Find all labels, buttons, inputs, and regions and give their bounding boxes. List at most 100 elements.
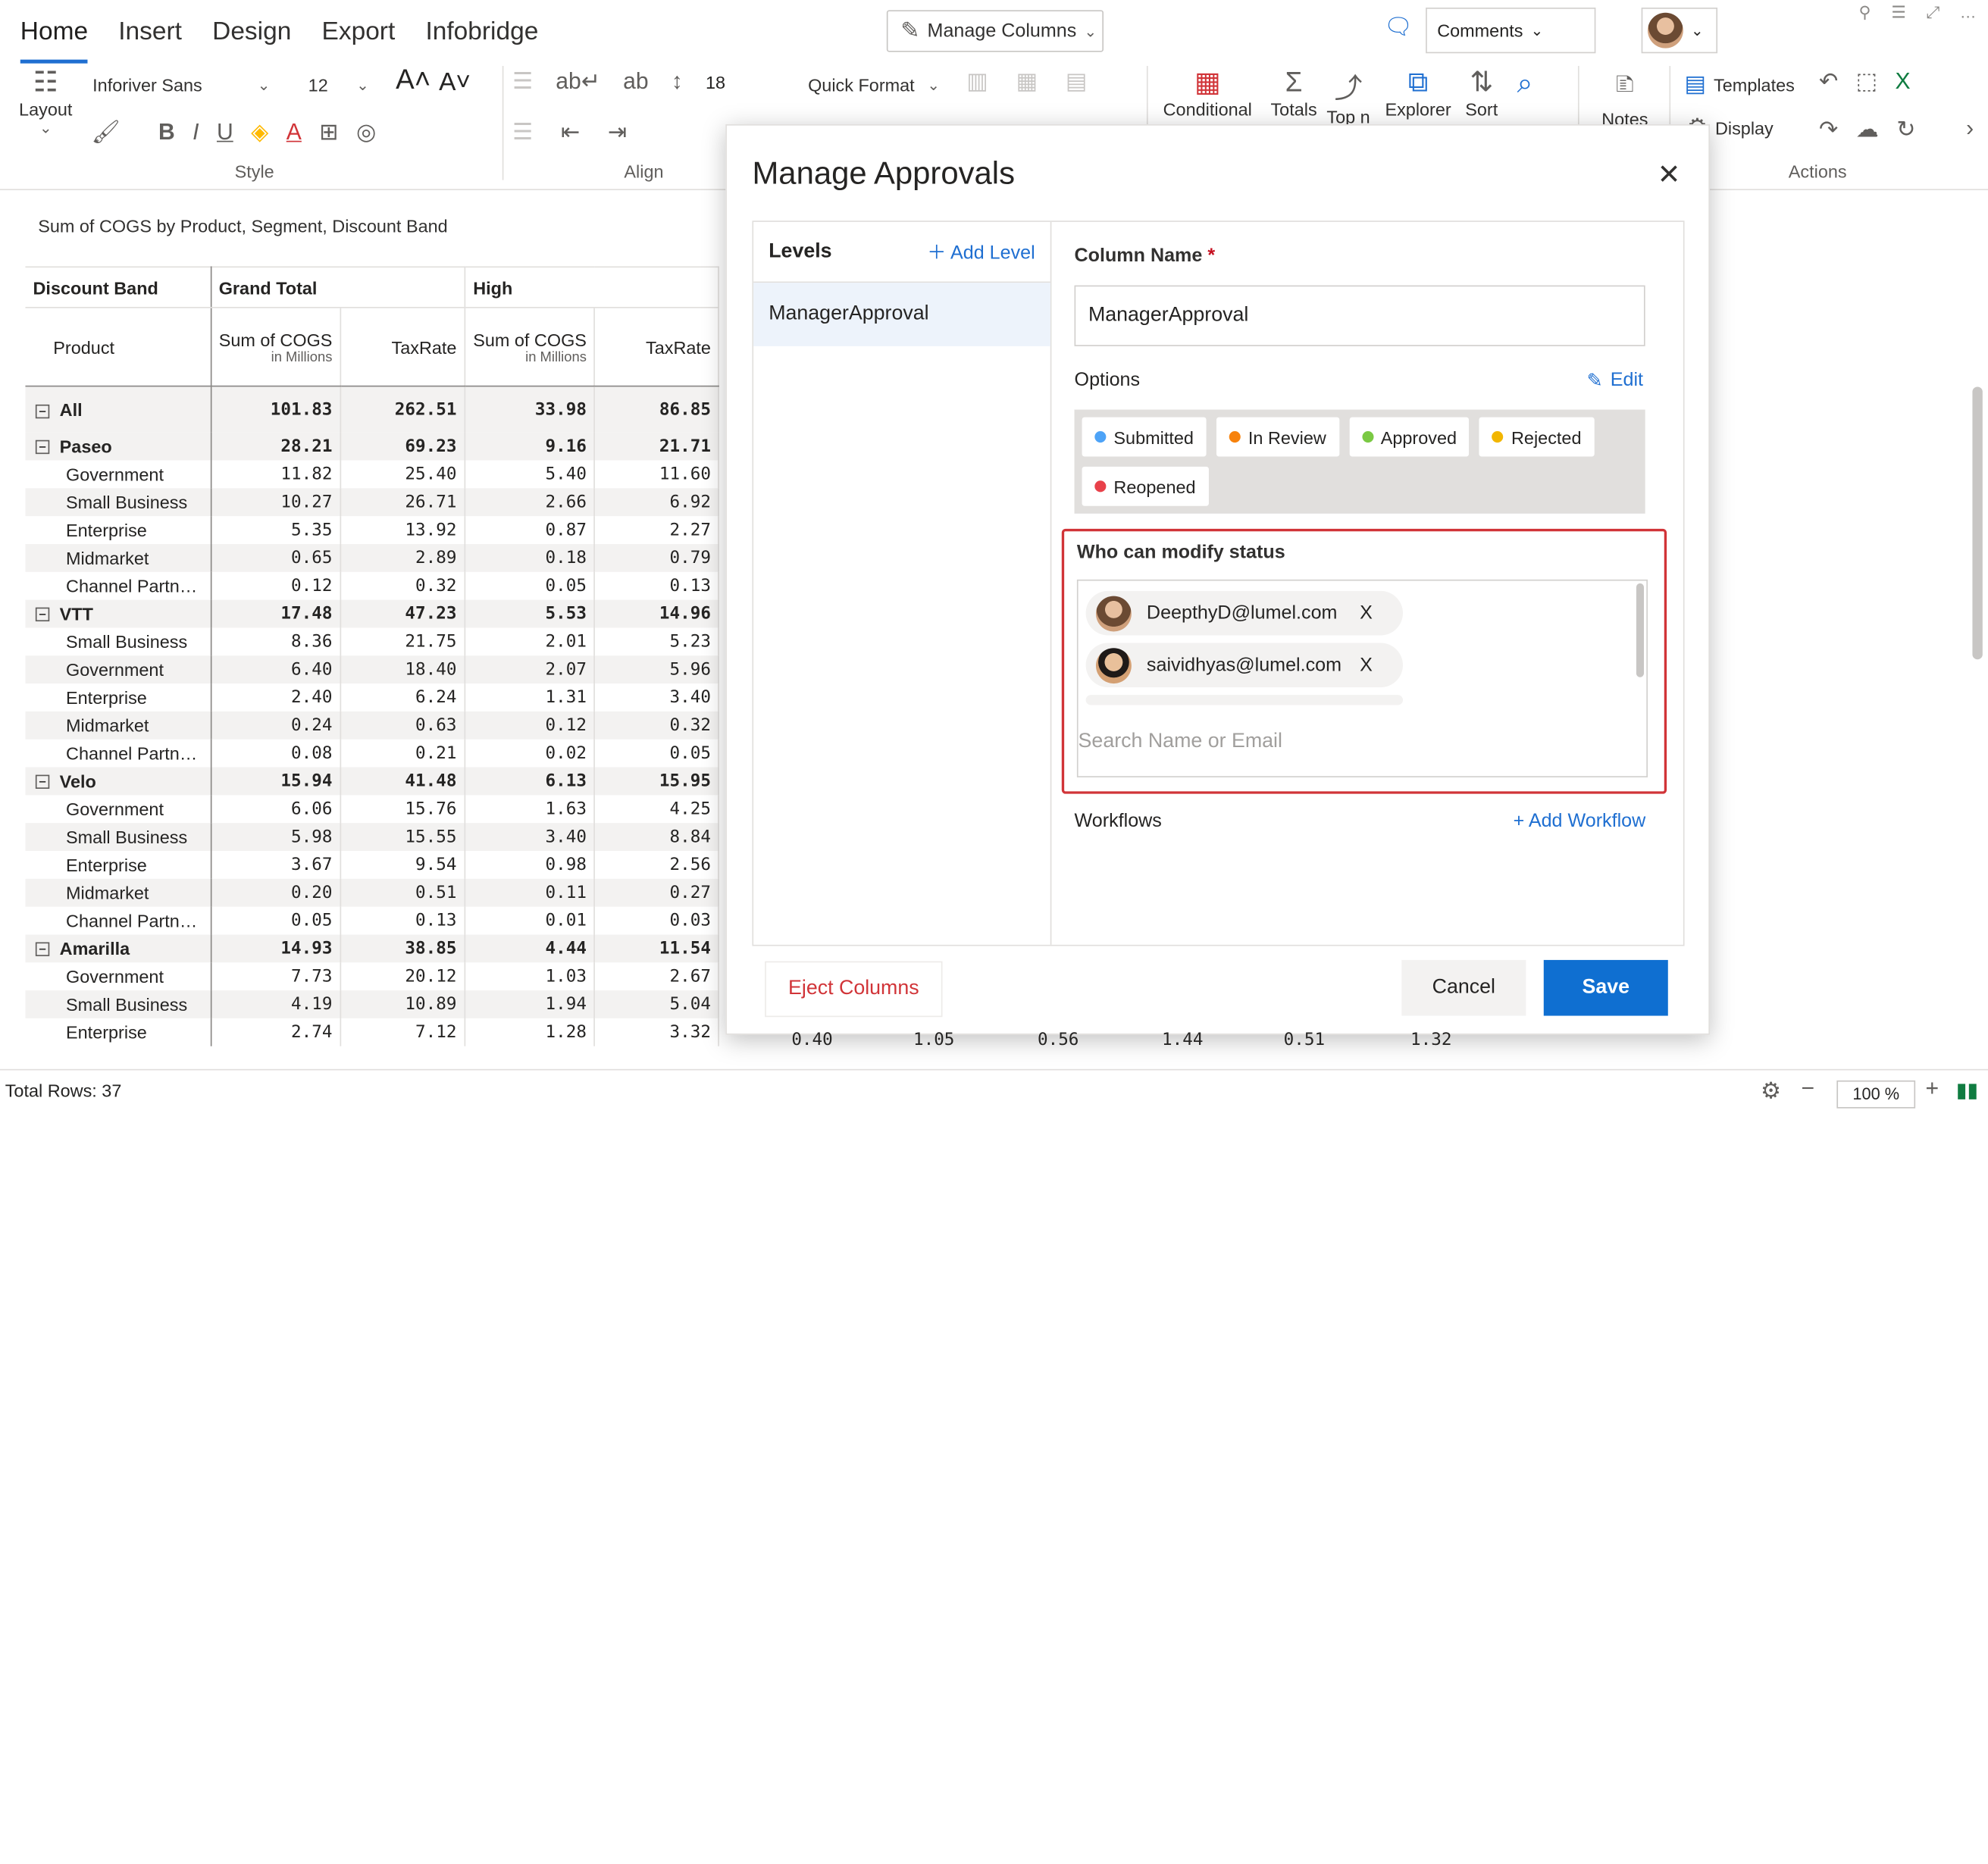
- table-cell[interactable]: 15.76: [340, 794, 466, 823]
- fill-color-icon[interactable]: ◈: [251, 119, 268, 145]
- fit-icon[interactable]: ⬚: [1856, 68, 1877, 95]
- table-cell[interactable]: 15.94: [210, 766, 342, 795]
- table-cell[interactable]: 11.54: [594, 934, 720, 962]
- table-row[interactable]: Small Business 4.19 10.89 1.94 5.04: [25, 990, 720, 1018]
- table-cell[interactable]: 0.32: [594, 711, 720, 739]
- templates-button[interactable]: ▤ Templates: [1685, 71, 1795, 98]
- underline-icon[interactable]: U: [217, 119, 233, 145]
- people-picker[interactable]: DeepthyD@lumel.com X saividhyas@lumel.co…: [1076, 579, 1648, 777]
- table-cell[interactable]: 13.92: [340, 515, 466, 544]
- row-label[interactable]: Small Business: [25, 487, 211, 516]
- table-cell[interactable]: 3.40: [465, 822, 596, 851]
- row-label[interactable]: All: [25, 386, 211, 432]
- excel-icon[interactable]: X: [1896, 68, 1911, 95]
- comments-button[interactable]: 🗨 Comments ⌄: [1384, 8, 1596, 54]
- row-label[interactable]: Channel Partn…: [25, 905, 211, 934]
- zoom-level[interactable]: 100 %: [1836, 1080, 1916, 1109]
- table-cell[interactable]: 6.40: [210, 655, 342, 683]
- undo-icon[interactable]: ↶: [1819, 68, 1838, 95]
- table-cell[interactable]: 9.16: [465, 431, 596, 460]
- collapse-icon[interactable]: [35, 440, 50, 455]
- table-cell[interactable]: 2.01: [465, 627, 596, 655]
- row-label[interactable]: Government: [25, 962, 211, 990]
- row-label[interactable]: Paseo: [25, 431, 211, 460]
- table-cell[interactable]: 4.25: [594, 794, 720, 823]
- table-cell[interactable]: 1.31: [465, 683, 596, 712]
- table-cell[interactable]: 0.98: [465, 850, 596, 878]
- gear-icon[interactable]: ⚙: [1761, 1078, 1781, 1105]
- table-row[interactable]: Midmarket 0.65 2.89 0.18 0.79: [25, 543, 720, 571]
- row-label[interactable]: Midmarket: [25, 877, 211, 906]
- table-cell[interactable]: 8.84: [594, 822, 720, 851]
- tab-design[interactable]: Design: [202, 13, 302, 56]
- layout-button[interactable]: ☷ Layout ⌄: [17, 66, 74, 137]
- add-level-button[interactable]: ＋ Add Level: [927, 239, 1035, 265]
- table-cell[interactable]: 6.24: [340, 683, 466, 712]
- visibility-icon[interactable]: ◎: [356, 119, 376, 145]
- italic-icon[interactable]: I: [193, 119, 199, 145]
- decrease-font-icon[interactable]: A˅: [439, 68, 471, 97]
- row-label[interactable]: Amarilla: [25, 934, 211, 962]
- table-cell[interactable]: 2.27: [594, 515, 720, 544]
- chevron-right-icon[interactable]: ›: [1966, 109, 1974, 145]
- row-label[interactable]: Enterprise: [25, 515, 211, 544]
- table-cell[interactable]: 4.19: [210, 990, 342, 1018]
- table-row[interactable]: Channel Partn… 0.05 0.13 0.01 0.03: [25, 905, 720, 934]
- table-cell[interactable]: 33.98: [465, 386, 596, 432]
- table-cell[interactable]: 0.03: [594, 905, 720, 934]
- table-row[interactable]: Midmarket 0.24 0.63 0.12 0.32: [25, 711, 720, 739]
- band-header-grand-total[interactable]: Grand Total: [210, 266, 466, 308]
- table-cell[interactable]: 1.94: [465, 990, 596, 1018]
- totals-button[interactable]: Σ Totals: [1266, 66, 1322, 119]
- collapse-icon[interactable]: [35, 404, 50, 418]
- table-cell[interactable]: 41.48: [340, 766, 466, 795]
- table-cell[interactable]: 262.51: [340, 386, 466, 432]
- table-cell[interactable]: 5.98: [210, 822, 342, 851]
- table-row[interactable]: Amarilla 14.93 38.85 4.44 11.54: [25, 934, 720, 962]
- save-button[interactable]: Save: [1543, 959, 1668, 1016]
- format-painter-icon[interactable]: 🖌: [91, 119, 120, 145]
- tab-infobridge[interactable]: Infobridge: [415, 13, 549, 56]
- table-cell[interactable]: 18.40: [340, 655, 466, 683]
- table-cell[interactable]: 5.23: [594, 627, 720, 655]
- level-item[interactable]: ManagerApproval: [753, 283, 1050, 346]
- table-row[interactable]: Enterprise 5.35 13.92 0.87 2.27: [25, 515, 720, 544]
- column-name-input[interactable]: ManagerApproval: [1074, 285, 1645, 346]
- zoom-in-icon[interactable]: +: [1926, 1075, 1939, 1102]
- table-cell[interactable]: 15.95: [594, 766, 720, 795]
- table-cell[interactable]: 0.63: [340, 711, 466, 739]
- table-cell[interactable]: 2.40: [210, 683, 342, 712]
- collapse-icon[interactable]: [35, 942, 50, 957]
- sparkline-icon[interactable]: ▦: [1016, 68, 1038, 95]
- table-cell[interactable]: 0.13: [594, 571, 720, 599]
- table-row[interactable]: Velo 15.94 41.48 6.13 15.95: [25, 766, 720, 795]
- zoom-out-icon[interactable]: −: [1802, 1075, 1815, 1102]
- table-row[interactable]: All 101.83 262.51 33.98 86.85: [25, 386, 720, 432]
- table-cell[interactable]: 0.18: [465, 543, 596, 571]
- table-cell[interactable]: 7.73: [210, 962, 342, 990]
- row-label[interactable]: Government: [25, 459, 211, 488]
- row-label[interactable]: Government: [25, 655, 211, 683]
- table-cell[interactable]: 9.54: [340, 850, 466, 878]
- line-height-icon[interactable]: ↕: [672, 68, 683, 95]
- row-label[interactable]: Enterprise: [25, 1018, 211, 1046]
- font-size-select[interactable]: 12 ⌄: [297, 66, 378, 104]
- row-label[interactable]: Channel Partn…: [25, 571, 211, 599]
- table-cell[interactable]: 20.12: [340, 962, 466, 990]
- table-cell[interactable]: 0.11: [465, 877, 596, 906]
- table-cell[interactable]: 6.06: [210, 794, 342, 823]
- table-row[interactable]: Channel Partn… 0.12 0.32 0.05 0.13: [25, 571, 720, 599]
- bold-icon[interactable]: B: [158, 119, 175, 145]
- table-cell[interactable]: 0.32: [340, 571, 466, 599]
- table-cell[interactable]: 2.74: [210, 1018, 342, 1046]
- pin-icon[interactable]: ⚲: [1859, 2, 1871, 23]
- table-cell[interactable]: 0.87: [465, 515, 596, 544]
- row-label[interactable]: Small Business: [25, 627, 211, 655]
- table-cell[interactable]: 3.40: [594, 683, 720, 712]
- column-header[interactable]: TaxRate: [594, 307, 720, 387]
- tab-export[interactable]: Export: [312, 13, 405, 56]
- table-cell[interactable]: 0.05: [210, 905, 342, 934]
- tab-home[interactable]: Home: [10, 13, 98, 64]
- table-row[interactable]: Small Business 8.36 21.75 2.01 5.23: [25, 627, 720, 655]
- table-row[interactable]: Government 6.06 15.76 1.63 4.25: [25, 794, 720, 823]
